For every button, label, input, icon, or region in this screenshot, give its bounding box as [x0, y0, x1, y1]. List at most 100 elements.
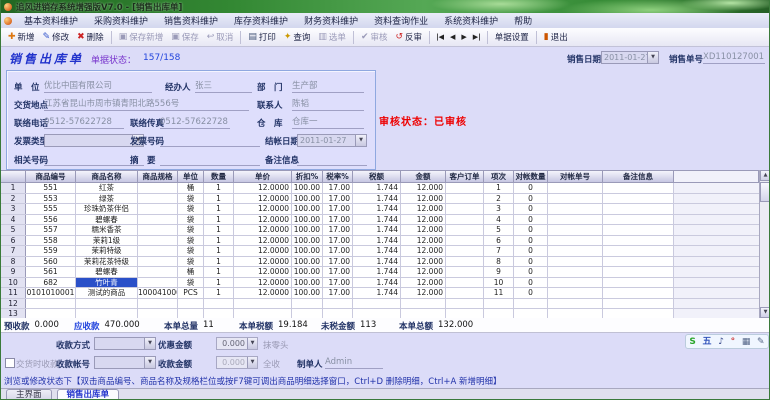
table-cell[interactable] — [603, 267, 674, 277]
table-cell[interactable]: 12.000 — [401, 204, 446, 214]
table-cell[interactable] — [548, 288, 603, 298]
payment-amount-field[interactable]: 0.000 ▼ — [216, 356, 258, 369]
table-cell[interactable] — [603, 183, 674, 193]
table-cell[interactable]: 0 — [514, 235, 548, 245]
tool-icon[interactable]: ✎ — [757, 336, 765, 348]
input-method-bar[interactable]: S 五 ♪ ° ▦ ✎ — [685, 334, 769, 349]
table-cell[interactable]: 0 — [514, 183, 548, 193]
table-cell[interactable]: 糯米香茶 — [76, 225, 138, 235]
table-cell[interactable]: 100.00 — [292, 246, 323, 256]
edit-button[interactable]: ✎ 修改 — [39, 30, 74, 44]
vertical-scrollbar[interactable]: ▲ ▼ — [759, 170, 769, 318]
keyboard-icon[interactable]: ▦ — [742, 336, 751, 348]
table-cell[interactable] — [292, 298, 323, 308]
table-cell[interactable]: 碧螺春 — [76, 214, 138, 224]
table-cell[interactable] — [138, 256, 178, 266]
table-cell[interactable]: 12.0000 — [234, 277, 292, 287]
row-number-cell[interactable]: 12 — [1, 298, 26, 308]
table-cell[interactable]: 17.00 — [323, 225, 353, 235]
table-cell[interactable]: 1.744 — [353, 225, 401, 235]
table-cell[interactable]: 561 — [26, 267, 76, 277]
table-cell[interactable] — [446, 246, 484, 256]
discount-amount-field[interactable]: 0.000 ▼ — [216, 337, 258, 350]
table-cell[interactable]: 袋 — [178, 214, 204, 224]
table-cell[interactable]: 12.0000 — [234, 256, 292, 266]
table-cell[interactable] — [26, 298, 76, 308]
table-cell[interactable]: 0 — [514, 246, 548, 256]
table-cell[interactable] — [548, 225, 603, 235]
punct-icon[interactable]: ° — [731, 336, 736, 348]
table-cell[interactable]: 茉莉1级 — [76, 235, 138, 245]
delete-button[interactable]: ✖ 删除 — [73, 30, 108, 44]
table-cell[interactable]: 绿茶 — [76, 193, 138, 203]
table-cell[interactable] — [603, 204, 674, 214]
table-cell[interactable] — [138, 267, 178, 277]
table-cell[interactable]: 8 — [484, 256, 514, 266]
table-cell[interactable] — [548, 277, 603, 287]
table-cell[interactable]: 12.000 — [401, 256, 446, 266]
sogou-icon[interactable]: S — [689, 336, 695, 348]
column-header[interactable]: 数量 — [204, 171, 234, 182]
tab-1[interactable]: 主界面 — [6, 389, 52, 400]
table-cell[interactable]: 12.0000 — [234, 225, 292, 235]
table-cell[interactable] — [138, 204, 178, 214]
table-cell[interactable]: 6 — [484, 235, 514, 245]
table-cell[interactable]: 1.744 — [353, 246, 401, 256]
column-header[interactable] — [1, 171, 26, 182]
column-header[interactable]: 对帐数量 — [514, 171, 548, 182]
table-cell[interactable]: 12.0000 — [234, 246, 292, 256]
table-cell[interactable]: 12.000 — [401, 277, 446, 287]
table-cell[interactable]: 0 — [514, 277, 548, 287]
table-cell[interactable]: 袋 — [178, 225, 204, 235]
table-cell[interactable] — [204, 298, 234, 308]
table-cell[interactable] — [446, 225, 484, 235]
table-cell[interactable] — [323, 298, 353, 308]
table-cell[interactable]: 100.00 — [292, 288, 323, 298]
menu-item-5[interactable]: 财务资料维护 — [296, 14, 366, 27]
table-cell[interactable]: 12.0000 — [234, 288, 292, 298]
menu-item-3[interactable]: 销售资料维护 — [156, 14, 226, 27]
table-cell[interactable]: 测试的商品 — [76, 288, 138, 298]
table-cell[interactable]: 10 — [484, 277, 514, 287]
menu-item-1[interactable]: 基本资料维护 — [16, 14, 86, 27]
scroll-down-icon[interactable]: ▼ — [760, 307, 769, 318]
column-header[interactable]: 金额 — [401, 171, 446, 182]
column-header[interactable]: 商品规格 — [138, 171, 178, 182]
table-cell[interactable]: 12.000 — [401, 246, 446, 256]
table-cell[interactable]: 17.00 — [323, 204, 353, 214]
table-cell[interactable]: 555 — [26, 204, 76, 214]
search-button[interactable]: ✦ 查询 — [280, 30, 315, 44]
table-cell[interactable]: 12.0000 — [234, 235, 292, 245]
row-number-cell[interactable]: 1 — [1, 183, 26, 193]
table-cell[interactable] — [138, 277, 178, 287]
table-cell[interactable] — [514, 298, 548, 308]
chevron-down-icon[interactable]: ▼ — [144, 357, 155, 368]
menu-item-8[interactable]: 帮助 — [506, 14, 540, 27]
scroll-up-icon[interactable]: ▲ — [760, 170, 769, 181]
table-cell[interactable]: 100.00 — [292, 214, 323, 224]
table-cell[interactable]: 珍珠奶茶伴侣 — [76, 204, 138, 214]
table-cell[interactable] — [548, 256, 603, 266]
table-cell[interactable]: 3 — [484, 204, 514, 214]
column-header[interactable]: 折扣% — [292, 171, 323, 182]
table-cell[interactable]: 551 — [26, 183, 76, 193]
invoice-no-field[interactable] — [160, 134, 260, 147]
table-cell[interactable]: 17.00 — [323, 277, 353, 287]
table-cell[interactable]: 1.744 — [353, 267, 401, 277]
table-cell[interactable]: 100.00 — [292, 183, 323, 193]
table-cell[interactable]: 1 — [204, 183, 234, 193]
table-cell[interactable]: 556 — [26, 214, 76, 224]
table-cell[interactable]: 17.00 — [323, 246, 353, 256]
table-cell[interactable]: 100.00 — [292, 267, 323, 277]
invoice-type-combo[interactable]: ▼ — [44, 134, 144, 147]
table-cell[interactable] — [138, 225, 178, 235]
scrollbar-thumb[interactable] — [760, 182, 769, 202]
table-cell[interactable] — [484, 298, 514, 308]
table-cell[interactable]: 9 — [484, 267, 514, 277]
table-cell[interactable]: 袋 — [178, 204, 204, 214]
table-cell[interactable] — [353, 298, 401, 308]
table-cell[interactable]: 17.00 — [323, 288, 353, 298]
table-cell[interactable]: 碧螺春 — [76, 267, 138, 277]
table-cell[interactable]: 558 — [26, 235, 76, 245]
chevron-down-icon[interactable]: ▼ — [144, 338, 155, 349]
